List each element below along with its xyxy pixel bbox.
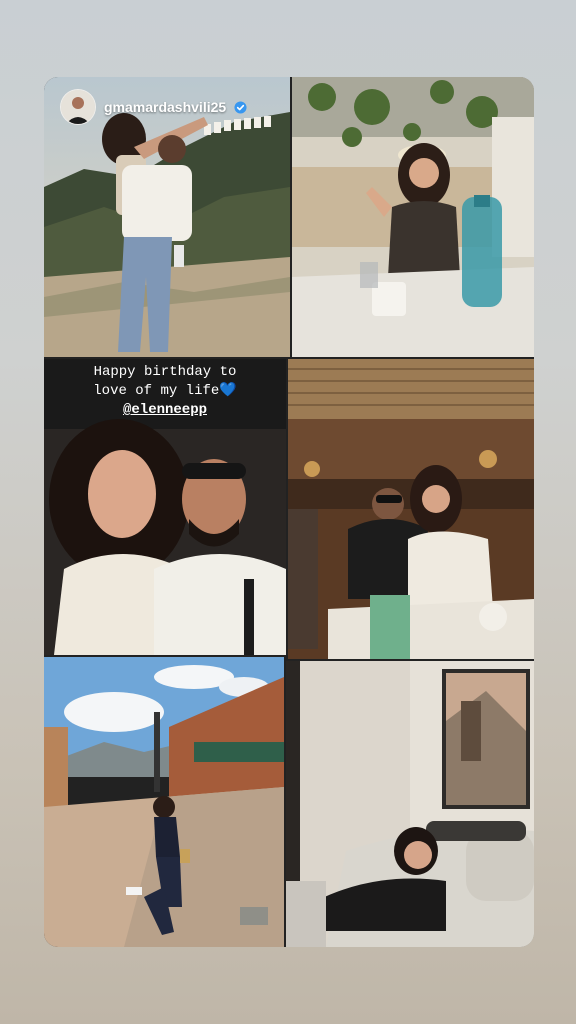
mention-link[interactable]: @elenneepp — [44, 401, 286, 420]
photo-cafe — [292, 77, 534, 357]
story-header[interactable]: gmamardashvili25 — [60, 89, 247, 125]
story-collage[interactable]: gmamardashvili25 Happy birthday to love … — [44, 77, 534, 947]
photo-couch-rest — [286, 661, 534, 947]
profile-avatar[interactable] — [60, 89, 96, 125]
caption-line-1: Happy birthday to — [93, 364, 237, 380]
verified-badge-icon — [234, 100, 247, 114]
profile-username[interactable]: gmamardashvili25 — [104, 99, 226, 115]
blue-heart-icon: 💙 — [219, 383, 237, 399]
photo-shopping-street — [44, 657, 284, 947]
caption-line-2: love of my life — [93, 383, 220, 399]
photo-restaurant — [288, 359, 534, 659]
story-caption: Happy birthday to love of my life💙 @elen… — [44, 363, 286, 420]
